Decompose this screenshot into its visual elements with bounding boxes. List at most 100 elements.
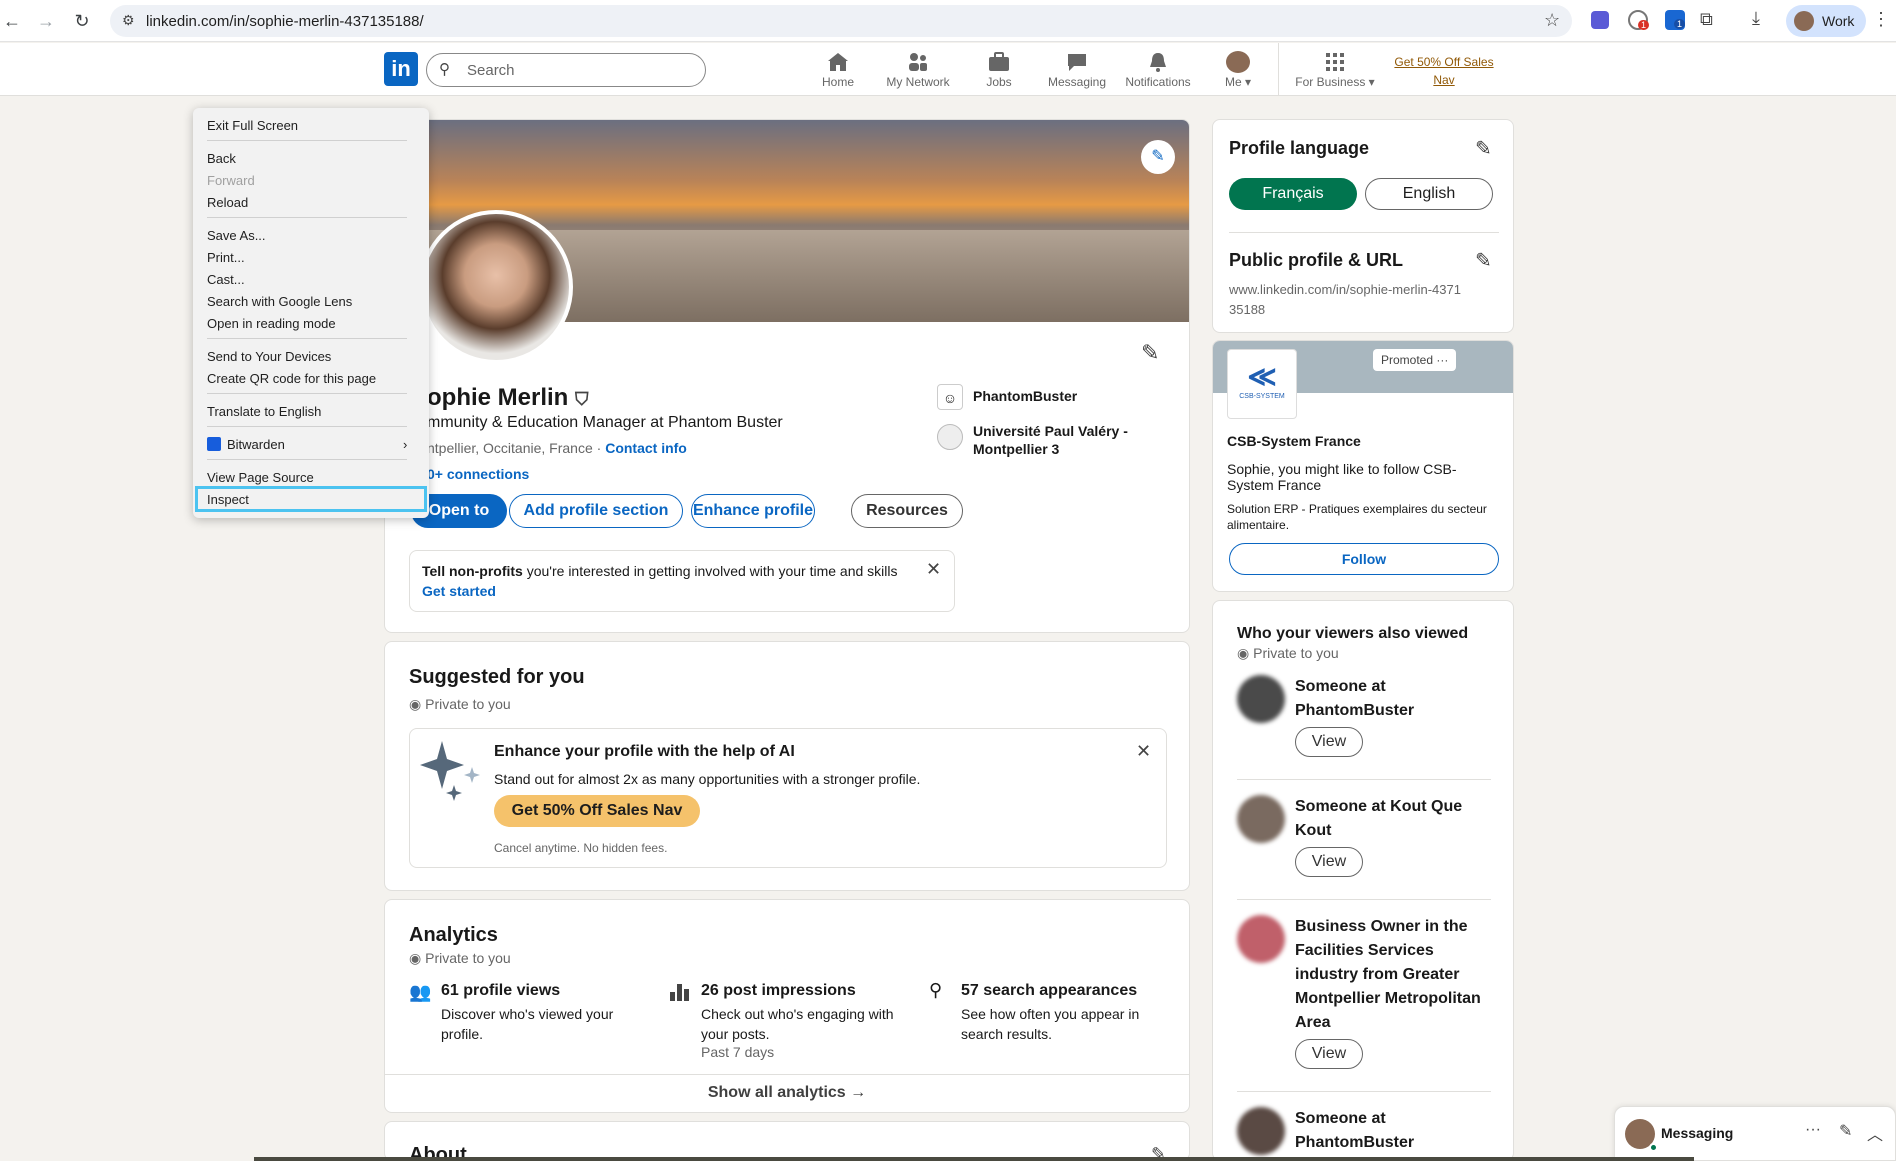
messaging-bar[interactable]: Messaging ··· ✎ ︿ — [1614, 1106, 1896, 1161]
close-icon[interactable]: ✕ — [926, 559, 941, 580]
enhance-profile-button[interactable]: Enhance profile — [691, 494, 815, 528]
nav-jobs[interactable]: Jobs — [978, 51, 1020, 89]
menu-item-print[interactable]: Print... — [207, 250, 245, 265]
edit-language-pencil-icon[interactable]: ✎ — [1475, 136, 1492, 161]
chevron-up-icon[interactable]: ︿ — [1867, 1121, 1883, 1145]
nonprofit-banner: Tell non-profits you're interested in ge… — [409, 550, 955, 612]
view-button[interactable]: View — [1295, 1039, 1363, 1069]
menu-item-qr-code[interactable]: Create QR code for this page — [207, 371, 376, 386]
profile-card: ✎ ✎ ophie Merlin ⛉ mmunity & Education M… — [384, 119, 1190, 633]
extension-translate-icon[interactable]: 1 — [1665, 10, 1686, 30]
view-button[interactable]: View — [1295, 727, 1363, 757]
nav-me[interactable]: Me ▾ — [1218, 51, 1258, 89]
add-profile-section-button[interactable]: Add profile section — [509, 494, 683, 528]
avatar[interactable] — [1237, 1107, 1285, 1155]
profile-language-title: Profile language — [1229, 138, 1370, 158]
close-icon[interactable]: ✕ — [1136, 741, 1151, 762]
education-link[interactable]: Université Paul Valéry - Montpellier 3 — [973, 422, 1173, 458]
person-name[interactable]: Someone at PhantomBuster — [1295, 675, 1495, 723]
site-settings-icon[interactable]: ⚙ — [122, 12, 135, 29]
more-icon[interactable]: ··· — [1805, 1121, 1821, 1139]
search-icon: ⚲ — [929, 980, 943, 1000]
avatar[interactable] — [1237, 675, 1285, 723]
menu-item-send-to-devices[interactable]: Send to Your Devices — [207, 349, 331, 364]
back-arrow-icon[interactable]: ← — [0, 9, 24, 33]
language-french-button[interactable]: Français — [1229, 178, 1357, 210]
menu-item-back[interactable]: Back — [207, 151, 236, 166]
eye-icon: ◉ — [409, 696, 426, 712]
menu-item-exit-full-screen[interactable]: Exit Full Screen — [207, 118, 298, 133]
csb-logo: ≪ CSB-SYSTEM — [1227, 349, 1297, 419]
ai-title: Enhance your profile with the help of AI — [494, 743, 795, 760]
forward-arrow-icon[interactable]: → — [34, 9, 58, 33]
menu-item-google-lens[interactable]: Search with Google Lens — [207, 294, 352, 309]
extension-timer-icon[interactable]: 1 — [1628, 10, 1650, 30]
stat-desc: Discover who's viewed your profile. — [441, 1006, 614, 1042]
person-name[interactable]: Someone at Kout Que Kout — [1295, 795, 1495, 843]
current-company-link[interactable]: PhantomBuster — [973, 388, 1077, 404]
ai-note: Cancel anytime. No hidden fees. — [494, 841, 668, 855]
private-line: ◉ Private to you — [1237, 645, 1339, 662]
more-icon[interactable]: ··· — [1436, 353, 1448, 367]
menu-item-cast[interactable]: Cast... — [207, 272, 245, 287]
menu-item-inspect[interactable]: Inspect — [195, 486, 427, 512]
menu-item-translate[interactable]: Translate to English — [207, 404, 321, 419]
profile-avatar — [1794, 11, 1814, 31]
edit-intro-pencil-icon[interactable]: ✎ — [1141, 340, 1159, 366]
extension-icon[interactable] — [1591, 11, 1609, 29]
profile-photo[interactable] — [419, 210, 573, 364]
compose-icon[interactable]: ✎ — [1839, 1121, 1852, 1141]
stat-title: 57 search appearances — [961, 982, 1138, 999]
menu-item-reading-mode[interactable]: Open in reading mode — [207, 316, 336, 331]
online-status-dot — [1649, 1143, 1658, 1152]
profile-headline: mmunity & Education Manager at Phantom B… — [427, 414, 783, 431]
search-input[interactable]: ⚲ Search — [426, 53, 706, 87]
linkedin-logo[interactable]: in — [384, 52, 418, 86]
nav-messaging[interactable]: Messaging — [1044, 51, 1110, 89]
profile-name: ophie Merlin ⛉ — [427, 384, 589, 412]
person-name[interactable]: Someone at PhantomBuster — [1295, 1107, 1495, 1155]
extensions-puzzle-icon[interactable]: ⧉ — [1700, 9, 1713, 30]
nav-my-network[interactable]: My Network — [878, 51, 958, 89]
menu-item-view-page-source[interactable]: View Page Source — [207, 470, 314, 485]
avatar[interactable] — [1237, 795, 1285, 843]
sales-nav-promo-link[interactable]: Get 50% Off Sales Nav — [1384, 53, 1504, 89]
reload-icon[interactable]: ↻ — [70, 9, 94, 33]
more-menu-icon[interactable]: ⋮ — [1872, 9, 1890, 30]
nav-label: Messaging — [1047, 75, 1107, 89]
nav-home[interactable]: Home — [812, 51, 864, 89]
menu-item-save-as[interactable]: Save As... — [207, 228, 266, 243]
search-icon: ⚲ — [439, 61, 450, 78]
profile-button[interactable]: Work — [1786, 5, 1866, 37]
contact-info-link[interactable]: Contact info — [605, 440, 687, 456]
divider — [1229, 232, 1499, 233]
edit-url-pencil-icon[interactable]: ✎ — [1475, 248, 1492, 273]
location-line: ntpellier, Occitanie, France · Contact i… — [427, 440, 687, 456]
avatar[interactable] — [1237, 915, 1285, 963]
chevron-right-icon: › — [403, 437, 408, 452]
ad-company-name[interactable]: CSB-System France — [1227, 433, 1361, 449]
language-english-button[interactable]: English — [1365, 178, 1493, 210]
view-button[interactable]: View — [1295, 847, 1363, 877]
download-icon[interactable]: ⤓ — [1752, 8, 1760, 29]
show-all-analytics-button[interactable]: Show all analytics → — [385, 1084, 1189, 1102]
follow-button[interactable]: Follow — [1229, 543, 1499, 575]
edit-cover-pencil-icon[interactable]: ✎ — [1141, 140, 1175, 174]
verified-shield-icon[interactable]: ⛉ — [575, 389, 589, 409]
person-name[interactable]: Business Owner in the Facilities Service… — [1295, 915, 1495, 1035]
nav-notifications[interactable]: Notifications — [1120, 51, 1196, 89]
resources-button[interactable]: Resources — [851, 494, 963, 528]
bookmark-star-icon[interactable]: ☆ — [1544, 10, 1560, 31]
get-started-link[interactable]: Get started — [422, 583, 496, 599]
home-icon — [828, 53, 848, 71]
about-card: About ✎ — [384, 1121, 1190, 1161]
section-title: Analytics — [409, 924, 498, 946]
bitwarden-icon — [207, 437, 221, 451]
address-bar[interactable]: ⚙ linkedin.com/in/sophie-merlin-43713518… — [110, 5, 1572, 37]
menu-item-reload[interactable]: Reload — [207, 195, 248, 210]
nav-for-business[interactable]: For Business ▾ — [1290, 51, 1380, 89]
menu-separator — [207, 459, 407, 460]
menu-item-bitwarden[interactable]: Bitwarden › — [207, 437, 417, 452]
sales-nav-offer-button[interactable]: Get 50% Off Sales Nav — [494, 795, 700, 827]
connections-link[interactable]: 0+ connections — [427, 466, 529, 482]
